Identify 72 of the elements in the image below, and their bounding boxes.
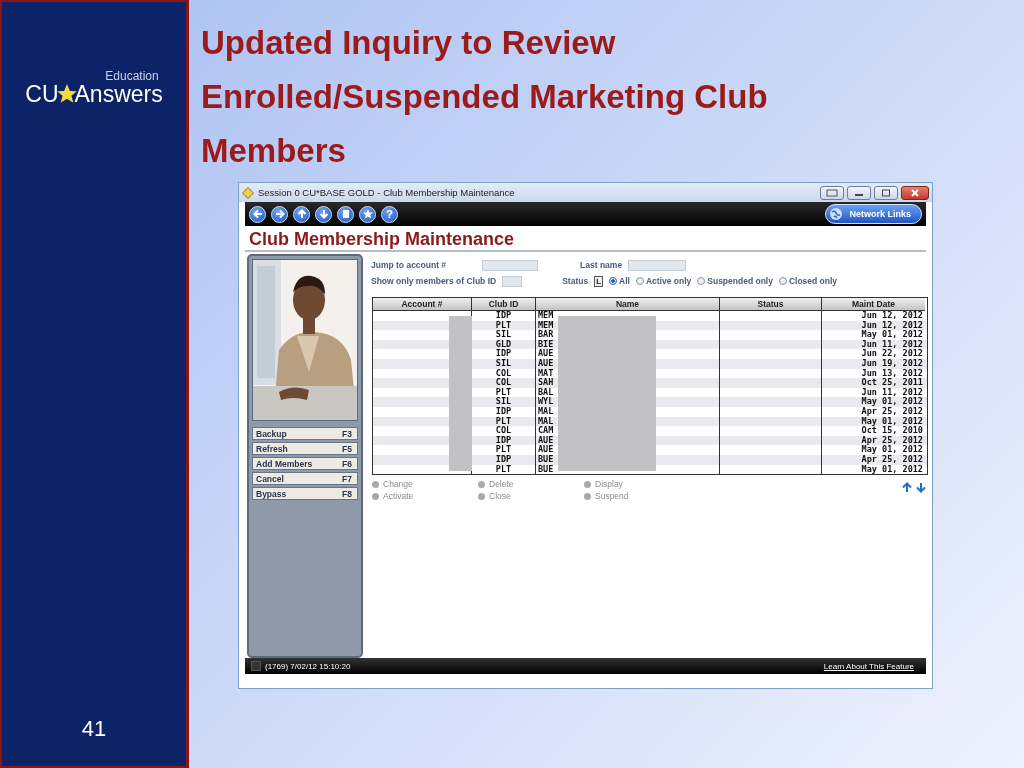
column-header[interactable]: Account #: [373, 298, 472, 311]
page-heading: Club Membership Maintenance: [245, 226, 926, 252]
slide-title: Updated Inquiry to Review Enrolled/Suspended Marketing Club Members: [201, 23, 769, 171]
logo-subtitle: Education: [105, 70, 159, 82]
screen-button[interactable]: [820, 185, 844, 200]
up-button[interactable]: [293, 205, 310, 223]
table-cell-text: Apr 25, 2012: [860, 435, 924, 446]
close-button[interactable]: [901, 185, 929, 200]
star-button[interactable]: [359, 205, 376, 223]
function-key-button[interactable]: Bypass F8: [252, 487, 358, 500]
table-cell-text: Jun 12, 2012: [860, 320, 924, 330]
down-arrow-icon[interactable]: [916, 482, 926, 494]
app-icon: [242, 186, 254, 199]
table-cell-text: May 01, 2012: [860, 464, 924, 475]
account-field[interactable]: [482, 259, 539, 271]
back-icon: [251, 208, 264, 220]
page-number: 41: [81, 716, 107, 742]
field-label: Jump to account #: [371, 260, 447, 270]
column-header[interactable]: Maint Date: [822, 298, 925, 311]
table-cell-text: May 01, 2012: [860, 397, 924, 407]
function-key-button[interactable]: Add Members F6: [252, 457, 358, 470]
club-id-field[interactable]: [502, 275, 523, 287]
maximize-button[interactable]: [874, 185, 898, 200]
up-icon: [295, 208, 308, 220]
table-cell-text: Apr 25, 2012: [860, 406, 924, 417]
up-arrow-icon[interactable]: [902, 482, 912, 494]
status-radio[interactable]: Closed only: [778, 276, 838, 286]
function-key-button[interactable]: Cancel F7: [252, 472, 358, 485]
status-radio[interactable]: Suspended only: [697, 276, 773, 286]
down-icon: [317, 208, 330, 220]
table-cell-text: Jun 11, 2012: [860, 387, 924, 397]
session-info: (1769) 7/02/12 15:10:20: [265, 661, 352, 671]
status-radio[interactable]: All: [609, 276, 630, 286]
function-key-button[interactable]: Refresh F5: [252, 442, 358, 455]
field-label: Last name: [580, 260, 623, 270]
minimize-button[interactable]: [847, 185, 871, 200]
table-cell-text: May 01, 2012: [860, 330, 924, 340]
forward-icon: [273, 208, 286, 220]
logo-text: CU: [25, 82, 59, 106]
back-button[interactable]: [249, 205, 266, 223]
column-header[interactable]: Club ID: [472, 298, 536, 311]
close-icon: [910, 188, 920, 197]
table-cell-text: May 01, 2012: [860, 445, 924, 455]
status-code: L: [594, 275, 604, 287]
network-links-button[interactable]: Network Links: [825, 204, 922, 224]
status-radio[interactable]: Active only: [635, 276, 692, 286]
status-indicator: [251, 661, 261, 671]
down-button[interactable]: [315, 205, 332, 223]
function-key-button[interactable]: Backup F3: [252, 427, 358, 440]
table-cell-text: Apr 25, 2012: [860, 454, 924, 465]
window-title: Session 0 CU*BASE GOLD - Club Membership Maintenance: [258, 187, 516, 198]
table-cell-text: Oct 25, 2011: [860, 378, 924, 388]
learn-link[interactable]: Learn About This Feature: [823, 661, 914, 671]
table-cell-text: Oct 15, 2010: [860, 426, 924, 436]
table-cell-text: Jun 11, 2012: [860, 339, 924, 350]
table-cell-text: Jun 22, 2012: [860, 349, 924, 359]
table-cell-text: Jun 19, 2012: [860, 358, 924, 369]
last-name-field[interactable]: [628, 259, 687, 271]
column-header[interactable]: Status: [720, 298, 822, 311]
logo-text: Answers: [74, 82, 163, 106]
table-cell-text: Jun 13, 2012: [860, 368, 924, 378]
window-icon: [826, 188, 838, 197]
globe-icon: [829, 207, 844, 221]
star-icon: [361, 208, 374, 220]
table-cell-text: May 01, 2012: [860, 416, 924, 427]
field-label: Status: [562, 276, 589, 286]
column-header[interactable]: Name: [536, 298, 720, 311]
field-label: Show only members of Club ID: [371, 276, 497, 286]
document-button[interactable]: [337, 205, 354, 223]
table-cell-text: Jun 12, 2012: [860, 311, 924, 321]
maximize-icon: [881, 188, 891, 197]
forward-button[interactable]: [271, 205, 288, 223]
